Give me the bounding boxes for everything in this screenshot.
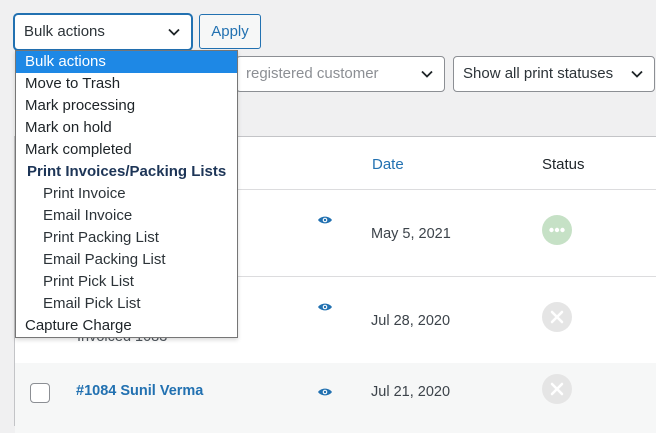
bulk-actions-value: Bulk actions (24, 23, 105, 40)
apply-button[interactable]: Apply (199, 14, 261, 49)
processing-status-icon (542, 215, 572, 245)
option-mark-completed[interactable]: Mark completed (16, 139, 237, 161)
option-move-to-trash[interactable]: Move to Trash (16, 73, 237, 95)
bulk-actions-select[interactable]: Bulk actions (14, 14, 192, 50)
cancelled-status-icon (542, 374, 572, 404)
order-date: Jul 28, 2020 (371, 313, 451, 329)
table-row: #1084 Sunil Verma Jul 21, 2020 (15, 363, 656, 433)
eye-icon[interactable] (317, 214, 333, 226)
order-link[interactable]: #1084 Sunil Verma (76, 383, 203, 399)
chevron-down-icon (421, 70, 433, 78)
chevron-down-icon (631, 70, 643, 78)
option-mark-on-hold[interactable]: Mark on hold (16, 117, 237, 139)
order-date: May 5, 2021 (371, 226, 451, 242)
row-checkbox[interactable] (30, 383, 50, 403)
cancelled-status-icon (542, 302, 572, 332)
eye-icon[interactable] (317, 386, 333, 398)
column-header-date[interactable]: Date (372, 156, 404, 173)
order-date: Jul 21, 2020 (371, 384, 451, 400)
option-capture-charge[interactable]: Capture Charge (16, 315, 237, 337)
option-email-invoice[interactable]: Email Invoice (16, 205, 237, 227)
option-email-packing-list[interactable]: Email Packing List (16, 249, 237, 271)
column-header-status: Status (542, 156, 585, 173)
option-print-invoice[interactable]: Print Invoice (16, 183, 237, 205)
option-bulk-actions[interactable]: Bulk actions (16, 51, 237, 73)
print-status-filter-select[interactable]: Show all print statuses (453, 56, 655, 92)
option-mark-processing[interactable]: Mark processing (16, 95, 237, 117)
option-email-pick-list[interactable]: Email Pick List (16, 293, 237, 315)
customer-filter-placeholder: registered customer (246, 65, 379, 82)
eye-icon[interactable] (317, 301, 333, 313)
optgroup-print-invoices: Print Invoices/Packing Lists (27, 163, 227, 180)
option-print-pick-list[interactable]: Print Pick List (16, 271, 237, 293)
print-status-filter-value: Show all print statuses (463, 65, 614, 82)
option-print-packing-list[interactable]: Print Packing List (16, 227, 237, 249)
customer-filter-select[interactable]: registered customer (236, 56, 445, 92)
chevron-down-icon (168, 28, 180, 36)
bulk-actions-dropdown: Bulk actions Move to Trash Mark processi… (15, 50, 238, 338)
